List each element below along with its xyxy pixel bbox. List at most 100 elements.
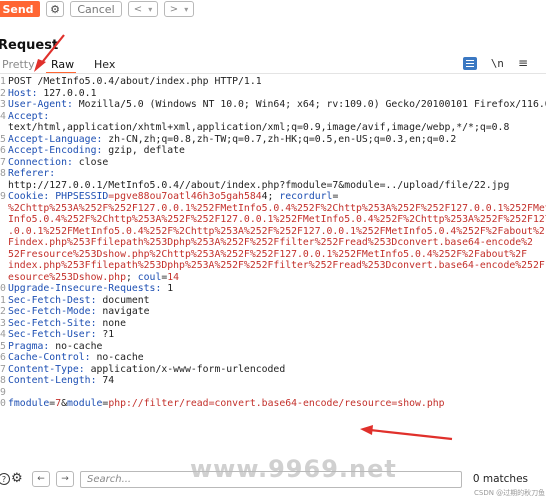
- code-token: Sec-Fetch-Mode:: [8, 306, 103, 317]
- code-token: 74: [102, 375, 115, 386]
- code-token: ;: [125, 271, 138, 283]
- code-token: 14: [167, 271, 180, 283]
- code-line: 0 fmodule=7&module=php://filter/read=conv…: [0, 398, 530, 410]
- request-editor[interactable]: 1 POST /MetInfo5.0.4/about/index.php HTTP…: [0, 76, 546, 410]
- cancel-button[interactable]: Cancel: [70, 1, 122, 17]
- code-text: Sec-Fetch-Dest: document: [8, 295, 150, 307]
- code-text: Connection: close: [8, 157, 108, 169]
- settings-button[interactable]: ⚙: [46, 1, 64, 17]
- code-text: Sec-Fetch-Mode: navigate: [8, 306, 150, 318]
- code-token: Connection:: [8, 156, 79, 168]
- line-number: 4: [0, 329, 6, 340]
- line-number: 9: [0, 191, 6, 202]
- help-icon[interactable]: ?: [0, 473, 10, 485]
- line-number: 3: [0, 99, 6, 110]
- code-token: recordurl: [279, 191, 333, 202]
- code-line: 5 Accept-Language: zh-CN,zh;q=0.8,zh-TW;q…: [0, 134, 530, 146]
- gear-icon[interactable]: ⚙: [11, 471, 23, 486]
- code-token: Sec-Fetch-Dest:: [8, 294, 103, 306]
- code-token: Host:: [8, 87, 44, 99]
- code-token: no-cache: [96, 352, 144, 363]
- code-token: module: [67, 398, 103, 409]
- code-text: %2Chttp%253A%252F%252F127.0.0.1%252FMetI…: [8, 203, 546, 215]
- chevron-down-icon: ▾: [148, 4, 153, 14]
- code-token: POST /MetInfo5.0.4/about/index.php HTTP/…: [8, 76, 262, 87]
- code-token: 4;: [261, 191, 280, 202]
- code-token: gzip, deflate: [108, 145, 185, 156]
- code-token: Accept:: [8, 110, 50, 122]
- code-token: Content-Type:: [8, 363, 91, 375]
- code-token: esource%253Dshow.php: [8, 271, 126, 283]
- code-token: fmodule: [8, 398, 50, 409]
- gear-icon: ⚙: [50, 2, 60, 16]
- line-number: 9: [0, 386, 6, 398]
- code-line: 7 Content-Type: application/x-www-form-ur…: [0, 364, 530, 376]
- code-text: Accept:: [8, 111, 49, 123]
- code-text: User-Agent: Mozilla/5.0 (Windows NT 10.0…: [8, 99, 546, 111]
- code-line: 9: [0, 387, 530, 399]
- code-token: Upgrade-Insecure-Requests:: [8, 283, 168, 294]
- code-line: esource%253Dshow.php; coul=14: [0, 272, 530, 284]
- history-forward-button[interactable]: > ▾: [164, 1, 194, 17]
- match-count: 0 matches: [472, 473, 528, 485]
- code-text: Info5.0.4%252F%2Chttp%253A%252F%252F127.…: [8, 214, 546, 226]
- code-token: close: [78, 156, 109, 168]
- line-number: 5: [0, 133, 6, 145]
- code-line: 4 Accept:: [0, 111, 530, 123]
- credit-text: CSDN @过期的秋刀鱼~: [474, 489, 546, 500]
- menu-icon[interactable]: ≡: [518, 56, 528, 70]
- line-number: 3: [0, 317, 6, 329]
- code-token: application/x-www-form-urlencoded: [90, 363, 286, 375]
- show-newlines-icon[interactable]: \n: [491, 57, 504, 70]
- line-number: 6: [0, 145, 6, 156]
- divider: [0, 73, 546, 74]
- code-token: 1: [167, 283, 174, 294]
- search-bar: ? ⚙ ← → Search... 0 matches: [0, 470, 546, 492]
- code-token: =pgve88ou7oatl46h3o5gah584: [108, 191, 262, 202]
- code-line: 3 Sec-Fetch-Site: none: [0, 318, 530, 330]
- list-view-icon[interactable]: [462, 56, 477, 70]
- line-number: 8: [0, 168, 6, 179]
- line-number: 5: [0, 340, 6, 352]
- code-token: User-Agent:: [8, 99, 79, 110]
- code-token: Cookie:: [8, 191, 56, 202]
- history-back-button[interactable]: < ▾: [128, 1, 158, 17]
- code-token: PHPSESSID: [55, 191, 109, 202]
- send-button[interactable]: Send: [0, 1, 40, 17]
- code-line: Findex.php%253Ffilepath%253Dphp%253A%252…: [0, 237, 533, 249]
- code-line: .0.0.1%252FMetInfo5.0.4%252F%2Chttp%253A…: [0, 226, 545, 238]
- code-text: Pragma: no-cache: [8, 341, 102, 353]
- previous-match-button[interactable]: ←: [32, 471, 50, 487]
- code-line: Info5.0.4%252F%2Chttp%253A%252F%252F127.…: [0, 214, 546, 226]
- code-token: zh-CN,zh;q=0.8,zh-TW;q=0.7,zh-HK;q=0.5,e…: [108, 133, 457, 145]
- line-number: 2: [0, 306, 6, 317]
- code-line: 8 Referer:: [0, 168, 530, 180]
- code-line: 2 Sec-Fetch-Mode: navigate: [0, 306, 530, 318]
- line-number: 8: [0, 375, 6, 386]
- code-token: navigate: [102, 306, 150, 317]
- code-token: Accept-Encoding:: [8, 145, 109, 156]
- line-number: 0: [0, 283, 6, 294]
- code-token: text/html,application/xhtml+xml,applicat…: [8, 122, 510, 133]
- back-arrow-icon: <: [133, 3, 143, 15]
- line-number: 4: [0, 110, 6, 122]
- code-token: 127.0.0.1: [43, 87, 97, 99]
- line-number: 7: [0, 363, 6, 375]
- code-line: 9 Cookie: PHPSESSID=pgve88ou7oatl46h3o5ga…: [0, 191, 530, 203]
- tab-hex[interactable]: Hex: [94, 58, 115, 71]
- code-text: Content-Type: application/x-www-form-url…: [8, 364, 285, 376]
- code-text: Cache-Control: no-cache: [8, 352, 144, 364]
- search-input[interactable]: Search...: [80, 471, 462, 488]
- code-text: Sec-Fetch-User: ?1: [8, 329, 114, 341]
- code-token: Accept-Language:: [8, 133, 109, 145]
- code-text: Accept-Encoding: gzip, deflate: [8, 145, 185, 157]
- chevron-down-icon: ▾: [184, 4, 189, 14]
- line-number: 6: [0, 352, 6, 363]
- code-line: text/html,application/xhtml+xml,applicat…: [0, 122, 530, 134]
- annotation-arrow-raw: [34, 34, 65, 72]
- forward-arrow-icon: →: [61, 474, 69, 484]
- code-token: document: [102, 294, 150, 306]
- line-number: 2: [0, 87, 6, 99]
- code-token: index.php%253Ffilepath%253Dphp%253A%252F…: [8, 260, 546, 271]
- next-match-button[interactable]: →: [56, 471, 74, 487]
